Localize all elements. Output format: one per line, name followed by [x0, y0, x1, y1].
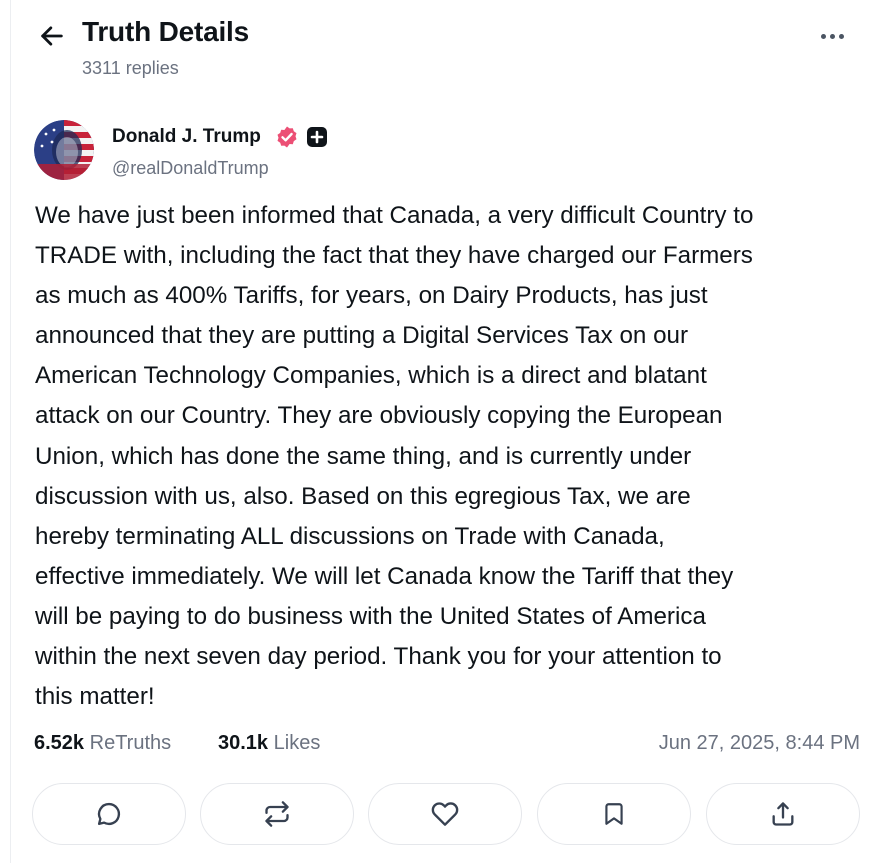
- heart-icon: [431, 802, 459, 826]
- likes-stat[interactable]: 30.1k Likes: [218, 732, 320, 755]
- reply-button[interactable]: [32, 783, 186, 845]
- retruths-stat[interactable]: 6.52k ReTruths: [34, 732, 171, 755]
- retruth-button[interactable]: [200, 783, 354, 845]
- share-icon: [772, 802, 794, 826]
- retruth-icon: [265, 801, 289, 827]
- post-text: We have just been informed that Canada, …: [35, 202, 754, 711]
- likes-count: 30.1k: [218, 732, 269, 754]
- plus-square-icon: [307, 127, 327, 147]
- truth-details-page: Truth Details 3311 replies Donald J. Tru…: [0, 0, 880, 863]
- share-button[interactable]: [706, 783, 860, 845]
- back-button[interactable]: [36, 20, 68, 52]
- author-name[interactable]: Donald J. Trump: [112, 126, 261, 148]
- likes-label: Likes: [273, 732, 321, 754]
- arrow-left-icon: [41, 26, 63, 46]
- verified-badge-icon: [277, 126, 297, 148]
- page-title: Truth Details: [82, 16, 249, 47]
- post-author: Donald J. Trump @realDonaldTrump: [34, 120, 854, 184]
- author-handle[interactable]: @realDonaldTrump: [112, 158, 269, 179]
- left-divider: [10, 0, 11, 863]
- avatar[interactable]: [34, 120, 94, 180]
- bookmark-button[interactable]: [537, 783, 691, 845]
- bookmark-icon: [605, 803, 623, 825]
- retruths-count: 6.52k: [34, 732, 85, 754]
- replies-count: 3311 replies: [82, 58, 179, 78]
- post-stats: 6.52k ReTruths 30.1k Likes Jun 27, 2025,…: [34, 730, 860, 760]
- more-horizontal-icon: [820, 33, 826, 39]
- post-timestamp: Jun 27, 2025, 8:44 PM: [658, 732, 860, 754]
- reply-icon: [97, 802, 121, 826]
- like-button[interactable]: [368, 783, 522, 845]
- page-header: Truth Details 3311 replies: [36, 14, 866, 84]
- more-options-button[interactable]: [812, 24, 852, 48]
- action-bar: [32, 783, 860, 845]
- retruths-label: ReTruths: [89, 732, 172, 754]
